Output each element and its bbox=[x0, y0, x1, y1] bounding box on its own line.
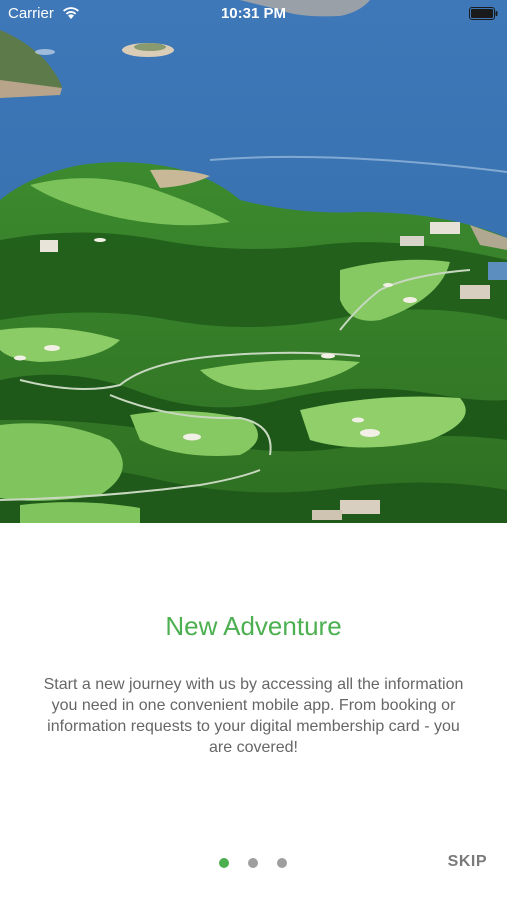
onboarding-description: Start a new journey with us by accessing… bbox=[43, 676, 464, 756]
page-dot-3[interactable] bbox=[277, 858, 287, 868]
status-bar: Carrier 10:31 PM bbox=[0, 0, 507, 28]
skip-button[interactable]: SKIP bbox=[448, 853, 487, 871]
onboarding-title: New Adventure bbox=[165, 611, 342, 641]
status-time: 10:31 PM bbox=[220, 5, 287, 22]
golf-course-photo bbox=[0, 0, 507, 523]
page-dot-2[interactable] bbox=[248, 858, 258, 868]
onboarding-screen: Carrier 10:31 PM New Adventure Start a n… bbox=[0, 0, 507, 900]
hero-image bbox=[0, 0, 507, 523]
page-indicator[interactable] bbox=[219, 858, 287, 868]
page-dot-1[interactable] bbox=[219, 858, 229, 868]
battery-full-icon bbox=[469, 7, 498, 20]
